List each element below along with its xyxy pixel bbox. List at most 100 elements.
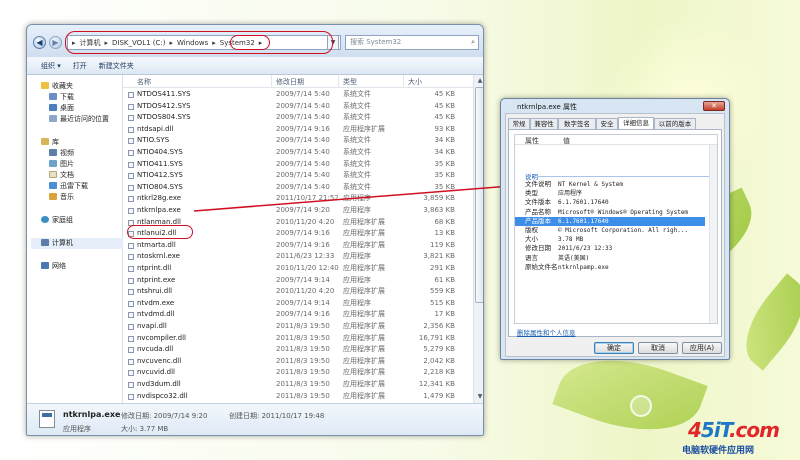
remove-properties-link[interactable]: 删除属性和个人信息 xyxy=(517,327,576,337)
vertical-scrollbar[interactable]: ▲ ▼ xyxy=(473,75,483,403)
table-row[interactable]: NTIO411.SYS 2009/7/14 5:40 系统文件 35 KB xyxy=(123,159,463,171)
table-row[interactable]: ntkrnlpa.exe 2009/7/14 9:20 应用程序 3,863 KB xyxy=(123,205,463,217)
property-row[interactable]: 语言 英语(美国) xyxy=(515,254,705,263)
table-row[interactable]: nvcompiler.dll 2011/8/3 19:50 应用程序扩展 16,791… xyxy=(123,333,463,345)
file-name-cell: NTIO.SYS xyxy=(137,136,170,145)
file-date-cell: 2009/7/14 9:14 xyxy=(276,275,330,284)
table-row[interactable]: NTDOS804.SYS 2009/7/14 5:40 系统文件 45 KB xyxy=(123,112,463,124)
file-icon xyxy=(128,358,134,365)
table-row[interactable]: ntprint.dll 2010/11/20 12:40 应用程序扩展 291 KB xyxy=(123,263,463,275)
scroll-up-arrow-icon[interactable]: ▲ xyxy=(475,76,483,86)
property-list-scrollbar[interactable] xyxy=(709,145,717,323)
file-date-cell: 2009/7/14 9:14 xyxy=(276,298,330,307)
tab-security[interactable]: 安全 xyxy=(596,118,618,129)
cancel-button[interactable]: 取消 xyxy=(638,342,678,354)
table-row[interactable]: ntmarta.dll 2009/7/14 9:16 应用程序扩展 119 KB xyxy=(123,240,463,252)
background-bubble xyxy=(630,395,652,417)
column-divider[interactable] xyxy=(271,75,272,88)
file-type-cell: 应用程序扩展 xyxy=(343,368,385,377)
table-row[interactable]: nvcuvid.dll 2011/8/3 19:50 应用程序扩展 2,218 KB xyxy=(123,367,463,379)
file-icon xyxy=(128,335,134,342)
ok-button[interactable]: 确定 xyxy=(594,342,634,354)
nav-label: 桌面 xyxy=(60,104,74,112)
column-header-name[interactable]: 名称 xyxy=(137,77,151,87)
property-row[interactable]: 文件说明 NT Kernel & System xyxy=(515,180,705,189)
table-row[interactable]: ntvdmd.dll 2009/7/14 9:16 应用程序扩展 17 KB xyxy=(123,309,463,321)
table-row[interactable]: NTIO804.SYS 2009/7/14 5:40 系统文件 35 KB xyxy=(123,182,463,194)
file-type-cell: 应用程序扩展 xyxy=(343,391,385,400)
table-row[interactable]: NTDOS411.SYS 2009/7/14 5:40 系统文件 45 KB xyxy=(123,89,463,101)
file-type-cell: 应用程序扩展 xyxy=(343,380,385,388)
column-headers: 名称 修改日期 类型 大小 xyxy=(123,75,483,88)
property-name: 大小 xyxy=(525,235,538,244)
file-type-cell: 应用程序 xyxy=(343,275,371,284)
address-row: ◀ ▶ ▸ 计算机 ▸ DISK_VOL1 (C:) ▸ Windows ▸ S… xyxy=(27,25,483,57)
property-row[interactable]: 修改日期 2011/6/23 12:33 xyxy=(515,244,705,253)
site-watermark: 45iT.com 电脑软硬件应用网 xyxy=(680,418,798,458)
property-row[interactable]: 产品名称 Microsoft® Windows® Operating System xyxy=(515,208,705,217)
tab-digital-signatures[interactable]: 数字签名 xyxy=(558,118,596,129)
property-row[interactable]: 类型 应用程序 xyxy=(515,189,705,198)
table-row[interactable]: NTIO.SYS 2009/7/14 5:40 系统文件 34 KB xyxy=(123,135,463,147)
close-button[interactable]: ✕ xyxy=(703,101,725,111)
table-row[interactable]: ntkrl28g.exe 2011/10/17 21:52 应用程序 3,859 KB xyxy=(123,193,463,205)
column-header-value[interactable]: 值 xyxy=(563,136,570,146)
property-row[interactable]: 大小 3.78 MB xyxy=(515,235,705,244)
file-date-cell: 2009/7/14 5:40 xyxy=(276,148,330,156)
table-row[interactable]: nvd3dum.dll 2011/8/3 19:50 应用程序扩展 12,341 KB xyxy=(123,379,463,391)
background-leaf xyxy=(729,273,800,371)
new-folder-button[interactable]: 新建文件夹 xyxy=(99,61,134,71)
nav-label: 库 xyxy=(52,138,59,146)
column-divider[interactable] xyxy=(403,75,404,88)
table-row[interactable]: NTIO412.SYS 2009/7/14 5:40 系统文件 35 KB xyxy=(123,170,463,182)
watermark-logo-part: 4 xyxy=(688,418,702,442)
file-size-cell: 2,042 KB xyxy=(423,356,455,365)
forward-button[interactable]: ▶ xyxy=(49,36,62,49)
file-type-cell: 应用程序扩展 xyxy=(343,264,385,272)
file-size-cell: 13 KB xyxy=(434,229,455,238)
property-row[interactable]: 文件版本 6.1.7601.17640 xyxy=(515,198,705,207)
nav-label: 迅雷下载 xyxy=(60,182,88,190)
open-button[interactable]: 打开 xyxy=(73,61,87,71)
scroll-down-arrow-icon[interactable]: ▼ xyxy=(475,392,483,402)
table-row[interactable]: ntshrui.dll 2010/11/20 4:20 应用程序扩展 559 KB xyxy=(123,286,463,298)
file-size-cell: 515 KB xyxy=(430,298,455,307)
column-divider[interactable] xyxy=(338,75,339,88)
file-type-cell: 应用程序扩展 xyxy=(343,356,385,365)
table-row[interactable]: NTIO404.SYS 2009/7/14 5:40 系统文件 34 KB xyxy=(123,147,463,159)
tab-strip: 常规 兼容性 数字签名 安全 详细信息 以前的版本 xyxy=(508,117,724,129)
file-icon xyxy=(128,92,134,98)
table-row[interactable]: NTDOS412.SYS 2009/7/14 5:40 系统文件 45 KB xyxy=(123,101,463,113)
nav-computer[interactable]: 计算机 xyxy=(31,238,123,249)
tab-general[interactable]: 常规 xyxy=(508,118,530,129)
column-header-size[interactable]: 大小 xyxy=(408,77,422,87)
column-header-date[interactable]: 修改日期 xyxy=(276,77,304,87)
table-row[interactable]: nvcuda.dll 2011/8/3 19:50 应用程序扩展 5,279 KB xyxy=(123,344,463,356)
file-icon xyxy=(128,324,134,330)
table-row[interactable]: ntdsapi.dll 2009/7/14 9:16 应用程序扩展 93 KB xyxy=(123,124,463,136)
tab-compatibility[interactable]: 兼容性 xyxy=(530,118,558,129)
table-row[interactable]: ntoskrnl.exe 2011/6/23 12:33 应用程序 3,821 KB xyxy=(123,251,463,263)
search-placeholder: 搜索 System32 xyxy=(350,38,402,46)
column-header-property[interactable]: 属性 xyxy=(525,136,539,146)
table-row[interactable]: ntvdm.exe 2009/7/14 9:14 应用程序 515 KB xyxy=(123,298,463,310)
table-row[interactable]: nvcuvenc.dll 2011/8/3 19:50 应用程序扩展 2,042 KB xyxy=(123,356,463,368)
property-row[interactable]: 版权 © Microsoft Corporation. All righ... xyxy=(515,226,705,235)
property-row[interactable]: 产品版本 6.1.7601.17640 xyxy=(515,216,705,226)
file-name-cell: ntkrnlpa.exe xyxy=(137,206,181,214)
table-row[interactable]: nvapi.dll 2011/8/3 19:50 应用程序扩展 2,356 KB xyxy=(123,321,463,333)
nav-label: 家庭组 xyxy=(52,216,73,224)
organize-button[interactable]: 组织 ▾ xyxy=(41,61,61,71)
search-input[interactable]: 搜索 System32 ⌕ xyxy=(345,35,479,50)
table-row[interactable]: nvdispco32.dll 2011/8/3 19:50 应用程序扩展 1,479 … xyxy=(123,391,463,403)
scroll-thumb[interactable] xyxy=(475,87,483,303)
back-button[interactable]: ◀ xyxy=(33,36,46,49)
table-row[interactable]: ntprint.exe 2009/7/14 9:14 应用程序 61 KB xyxy=(123,275,463,287)
column-header-type[interactable]: 类型 xyxy=(343,77,357,87)
apply-button[interactable]: 应用(A) xyxy=(682,342,722,354)
file-icon xyxy=(128,150,134,156)
tab-previous-versions[interactable]: 以前的版本 xyxy=(654,118,696,129)
property-value: ntkrnlpamp.exe xyxy=(558,263,609,271)
property-row[interactable]: 原始文件名 ntkrnlpamp.exe xyxy=(515,263,705,272)
tab-details[interactable]: 详细信息 xyxy=(618,117,654,129)
